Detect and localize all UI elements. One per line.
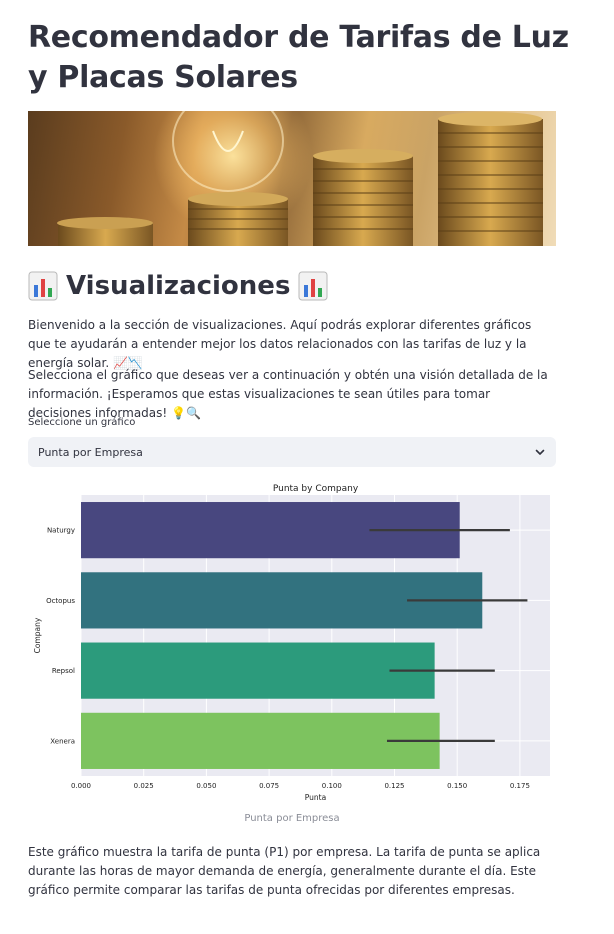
x-tick-label: 0.150: [447, 782, 467, 790]
y-tick-label: Repsol: [52, 667, 75, 675]
coins-illustration: [57, 111, 543, 246]
y-tick-label: Naturgy: [47, 527, 75, 535]
x-tick-label: 0.025: [134, 782, 154, 790]
section-heading: Visualizaciones: [28, 266, 328, 306]
punta-bar-chart: 0.000 0.025 0.050 0.075 0.100 0.125 0.150 0.175…: [33, 484, 550, 802]
bar: [81, 642, 435, 699]
x-tick-label: 0.175: [510, 782, 530, 790]
bar: [81, 712, 440, 769]
intro-paragraph: Bienvenido a la sección de visualizacion…: [28, 318, 532, 370]
x-tick-label: 0.125: [384, 782, 404, 790]
chart-select[interactable]: Punta por Empresa: [28, 437, 556, 467]
chart-select-label: Seleccione un gráfico: [28, 417, 136, 428]
x-tick-label: 0.000: [71, 782, 91, 790]
page-title: Recomendador de Tarifas de Luz y Placas …: [28, 20, 569, 95]
chart-title: Punta by Company: [273, 484, 359, 494]
y-axis-label: Company: [33, 617, 42, 653]
section-heading-text: Visualizaciones: [66, 271, 291, 301]
bar-chart-icon: [298, 271, 328, 301]
x-tick-label: 0.100: [322, 782, 342, 790]
chart-caption: Punta por Empresa: [244, 813, 340, 824]
y-tick-label: Xenera: [50, 737, 75, 745]
banner-image: [28, 111, 556, 246]
x-tick-label: 0.050: [196, 782, 216, 790]
description-paragraph: Este gráfico muestra la tarifa de punta …: [28, 845, 541, 897]
chart-select-value: Punta por Empresa: [38, 445, 143, 459]
bar-chart-icon: [28, 271, 58, 301]
x-axis-label: Punta: [305, 793, 326, 802]
instructions-paragraph: Selecciona el gráfico que deseas ver a c…: [28, 368, 548, 420]
chevron-down-icon[interactable]: [534, 446, 546, 458]
x-tick-label: 0.075: [259, 782, 279, 790]
chart-container: 0.000 0.025 0.050 0.075 0.100 0.125 0.150 0.175…: [28, 478, 560, 808]
y-tick-label: Octopus: [46, 597, 75, 605]
